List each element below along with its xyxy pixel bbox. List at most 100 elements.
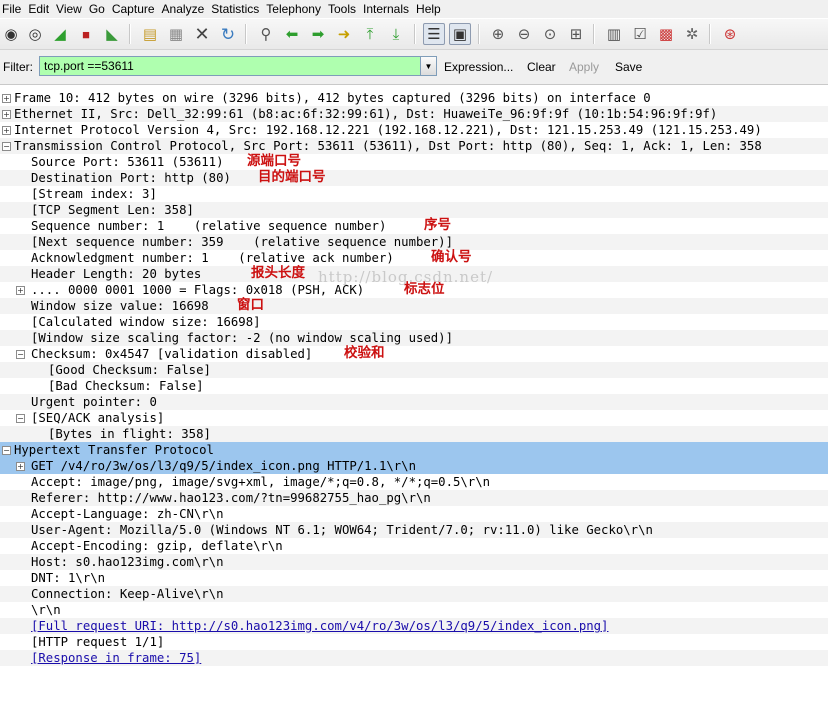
menu-edit[interactable]: Edit (25, 0, 53, 18)
tree-row[interactable]: [Good Checksum: False] (0, 362, 828, 378)
annotation-note: 目的端口号 (258, 169, 326, 185)
reload-icon[interactable]: ↻ (217, 23, 239, 45)
expression-button[interactable]: Expression... (444, 60, 513, 74)
go-first-icon[interactable]: ⤒ (359, 23, 381, 45)
tree-row[interactable]: Acknowledgment number: 1 (relative ack n… (0, 249, 828, 266)
annotation-note: 报头长度 (251, 265, 305, 281)
filter-dropdown-button[interactable]: ▼ (421, 56, 437, 76)
resize-columns-icon[interactable]: ⊞ (565, 23, 587, 45)
tree-row[interactable]: Referer: http://www.hao123.com/?tn=99682… (0, 490, 828, 506)
tree-row[interactable]: − Hypertext Transfer Protocol (0, 442, 828, 458)
tree-row-text: Connection: Keep-Alive\r\n (31, 587, 224, 601)
tree-row[interactable]: [Window size scaling factor: -2 (no wind… (0, 330, 828, 346)
preferences-icon[interactable]: ✲ (681, 23, 703, 45)
tree-row[interactable]: − [SEQ/ACK analysis] (0, 410, 828, 426)
tree-row[interactable]: Accept-Language: zh-CN\r\n (0, 506, 828, 522)
tree-row[interactable]: DNT: 1\r\n (0, 570, 828, 586)
tree-row[interactable]: [Next sequence number: 359 (relative seq… (0, 234, 828, 250)
tree-row[interactable]: [HTTP request 1/1] (0, 634, 828, 650)
capture-filters-icon[interactable]: ▥ (603, 23, 625, 45)
menu-file[interactable]: File (0, 0, 25, 18)
tree-row[interactable]: [Response in frame: 75] (0, 650, 828, 666)
tree-row-text: Frame 10: 412 bytes on wire (3296 bits),… (14, 91, 651, 105)
open-file-icon[interactable]: ▤ (139, 23, 161, 45)
tree-row[interactable]: Host: s0.hao123img.com\r\n (0, 554, 828, 570)
tree-row[interactable]: Urgent pointer: 0 (0, 394, 828, 410)
menu-telephony[interactable]: Telephony (263, 0, 325, 18)
zoom-in-icon[interactable]: ⊕ (487, 23, 509, 45)
autoscroll-icon[interactable]: ▣ (449, 23, 471, 45)
collapse-icon[interactable]: − (2, 446, 11, 455)
tree-row-text: .... 0000 0001 1000 = Flags: 0x018 (PSH,… (31, 283, 365, 297)
tree-row[interactable]: [Bad Checksum: False] (0, 378, 828, 394)
tree-row[interactable]: [Bytes in flight: 358] (0, 426, 828, 442)
menu-help[interactable]: Help (413, 0, 445, 18)
help-icon[interactable]: ⊛ (719, 23, 741, 45)
tree-row-text: Sequence number: 1 (relative sequence nu… (31, 219, 387, 233)
tree-row[interactable]: Destination Port: http (80) 目的端口号 (0, 169, 828, 186)
tree-row[interactable]: Accept: image/png, image/svg+xml, image/… (0, 474, 828, 490)
save-file-icon[interactable]: ▦ (165, 23, 187, 45)
expand-icon[interactable]: + (16, 286, 25, 295)
menu-go[interactable]: Go (86, 0, 109, 18)
clear-button[interactable]: Clear (527, 60, 556, 74)
collapse-icon[interactable]: − (16, 350, 25, 359)
tree-row-text: Header Length: 20 bytes (31, 267, 202, 281)
tree-link[interactable]: [Response in frame: 75] (31, 650, 201, 666)
apply-button[interactable]: Apply (569, 60, 599, 74)
tree-row[interactable]: − Transmission Control Protocol, Src Port… (0, 138, 828, 154)
expand-icon[interactable]: + (2, 94, 11, 103)
tree-row[interactable]: Window size value: 16698 窗口 (0, 297, 828, 314)
collapse-icon[interactable]: − (2, 142, 11, 151)
capture-options-icon[interactable]: ◎ (24, 23, 46, 45)
coloring-rules-icon[interactable]: ▩ (655, 23, 677, 45)
menu-statistics[interactable]: Statistics (208, 0, 263, 18)
tree-row[interactable]: Sequence number: 1 (relative sequence nu… (0, 217, 828, 234)
save-filter-button[interactable]: Save (615, 60, 642, 74)
tree-row-text: Checksum: 0x4547 [validation disabled] (31, 347, 313, 361)
filter-bar: Filter: tcp.port ==53611 ▼ Expression...… (0, 50, 828, 85)
tree-row-text: GET /v4/ro/3w/os/l3/q9/5/index_icon.png … (31, 459, 416, 473)
menu-tools[interactable]: Tools (325, 0, 360, 18)
menu-internals[interactable]: Internals (360, 0, 413, 18)
tree-row[interactable]: [Stream index: 3] (0, 186, 828, 202)
find-icon[interactable]: ⚲ (255, 23, 277, 45)
tree-row[interactable]: + Frame 10: 412 bytes on wire (3296 bits)… (0, 90, 828, 106)
tree-row[interactable]: [Full request URI: http://s0.hao123img.c… (0, 618, 828, 634)
tree-row[interactable]: Source Port: 53611 (53611) 源端口号 (0, 153, 828, 170)
menu-view[interactable]: View (53, 0, 86, 18)
expand-icon[interactable]: + (16, 462, 25, 471)
close-file-icon[interactable]: ✕ (191, 23, 213, 45)
tree-row[interactable]: Accept-Encoding: gzip, deflate\r\n (0, 538, 828, 554)
restart-capture-icon[interactable]: ◣ (101, 23, 123, 45)
start-capture-icon[interactable]: ◢ (49, 23, 71, 45)
tree-row[interactable]: − Checksum: 0x4547 [validation disabled] 校… (0, 345, 828, 362)
zoom-normal-icon[interactable]: ⊙ (539, 23, 561, 45)
tree-row[interactable]: + Internet Protocol Version 4, Src: 192.1… (0, 122, 828, 138)
expand-icon[interactable]: + (2, 126, 11, 135)
tree-row[interactable]: \r\n (0, 602, 828, 618)
go-to-packet-icon[interactable]: ➜ (333, 23, 355, 45)
annotation-note: 确认号 (431, 249, 472, 265)
tree-row[interactable]: User-Agent: Mozilla/5.0 (Windows NT 6.1;… (0, 522, 828, 538)
tree-row[interactable]: [Calculated window size: 16698] (0, 314, 828, 330)
tree-row[interactable]: + GET /v4/ro/3w/os/l3/q9/5/index_icon.png… (0, 458, 828, 474)
go-back-icon[interactable]: ⬅ (281, 23, 303, 45)
stop-capture-icon[interactable]: ■ (75, 23, 97, 45)
go-last-icon[interactable]: ⤓ (385, 23, 407, 45)
tree-row[interactable]: [TCP Segment Len: 358] (0, 202, 828, 218)
tree-row-text: Acknowledgment number: 1 (relative ack n… (31, 251, 394, 265)
display-filters-icon[interactable]: ☑ (629, 23, 651, 45)
go-forward-icon[interactable]: ➡ (307, 23, 329, 45)
tree-row[interactable]: Connection: Keep-Alive\r\n (0, 586, 828, 602)
expand-icon[interactable]: + (2, 110, 11, 119)
tree-row[interactable]: + Ethernet II, Src: Dell_32:99:61 (b8:ac:… (0, 106, 828, 122)
interface-list-icon[interactable]: ◉ (0, 23, 22, 45)
zoom-out-icon[interactable]: ⊖ (513, 23, 535, 45)
menu-capture[interactable]: Capture (109, 0, 159, 18)
collapse-icon[interactable]: − (16, 414, 25, 423)
tree-link[interactable]: [Full request URI: http://s0.hao123img.c… (31, 618, 608, 634)
filter-input[interactable]: tcp.port ==53611 (39, 56, 421, 76)
colorize-icon[interactable]: ☰ (423, 23, 445, 45)
menu-analyze[interactable]: Analyze (159, 0, 209, 18)
